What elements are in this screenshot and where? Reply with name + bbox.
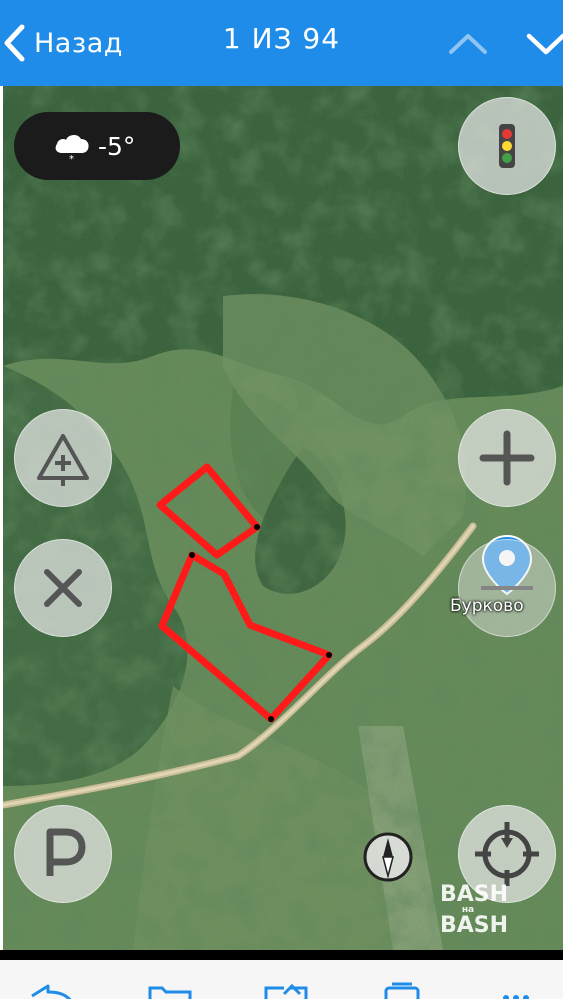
back-button[interactable]: Назад xyxy=(0,20,123,66)
chevron-left-icon xyxy=(4,24,25,62)
chevron-up-icon xyxy=(449,34,487,54)
parking-icon xyxy=(46,828,86,876)
place-label[interactable]: Бурково xyxy=(450,596,524,616)
watermark-line1: BASH xyxy=(440,882,509,907)
share-icon xyxy=(264,983,308,999)
chevron-down-icon xyxy=(526,33,563,55)
header-bar: Назад 1 ИЗ 94 xyxy=(0,0,563,86)
reply-button[interactable] xyxy=(26,982,76,999)
divider xyxy=(0,950,563,960)
parking-button[interactable] xyxy=(14,805,112,903)
cloud-snow-icon: * xyxy=(55,134,89,163)
share-button[interactable] xyxy=(262,982,312,999)
zoom-in-button[interactable] xyxy=(458,409,556,507)
print-button[interactable] xyxy=(378,982,428,999)
zoom-out-button[interactable] xyxy=(458,539,556,637)
svg-text:*: * xyxy=(69,154,74,163)
compass-button[interactable] xyxy=(362,831,414,883)
print-icon xyxy=(384,982,420,999)
reply-icon xyxy=(31,984,72,999)
watermark-line2: BASH xyxy=(440,913,509,938)
bottom-toolbar xyxy=(0,960,563,999)
more-button[interactable] xyxy=(494,982,544,999)
close-route-button[interactable] xyxy=(14,539,112,637)
road-event-add-icon xyxy=(37,434,89,486)
my-location-icon xyxy=(475,822,539,886)
more-icon xyxy=(503,995,529,999)
previous-button[interactable] xyxy=(443,24,493,64)
close-icon xyxy=(44,569,82,607)
satellite-map[interactable] xyxy=(3,86,563,950)
folder-icon xyxy=(148,986,192,999)
folder-button[interactable] xyxy=(146,982,196,999)
plus-icon xyxy=(479,430,535,486)
traffic-light-icon xyxy=(499,124,515,168)
temperature: -5° xyxy=(98,131,136,161)
back-label: Назад xyxy=(34,27,123,59)
watermark: BASH на BASH xyxy=(440,884,510,937)
weather-badge[interactable]: * -5° xyxy=(14,112,180,180)
add-road-event-button[interactable] xyxy=(14,409,112,507)
screen: Назад 1 ИЗ 94 * -5° Бурково BASH на BASH xyxy=(0,0,563,999)
next-button[interactable] xyxy=(523,24,563,64)
compass-icon xyxy=(363,832,413,882)
traffic-button[interactable] xyxy=(458,97,556,195)
